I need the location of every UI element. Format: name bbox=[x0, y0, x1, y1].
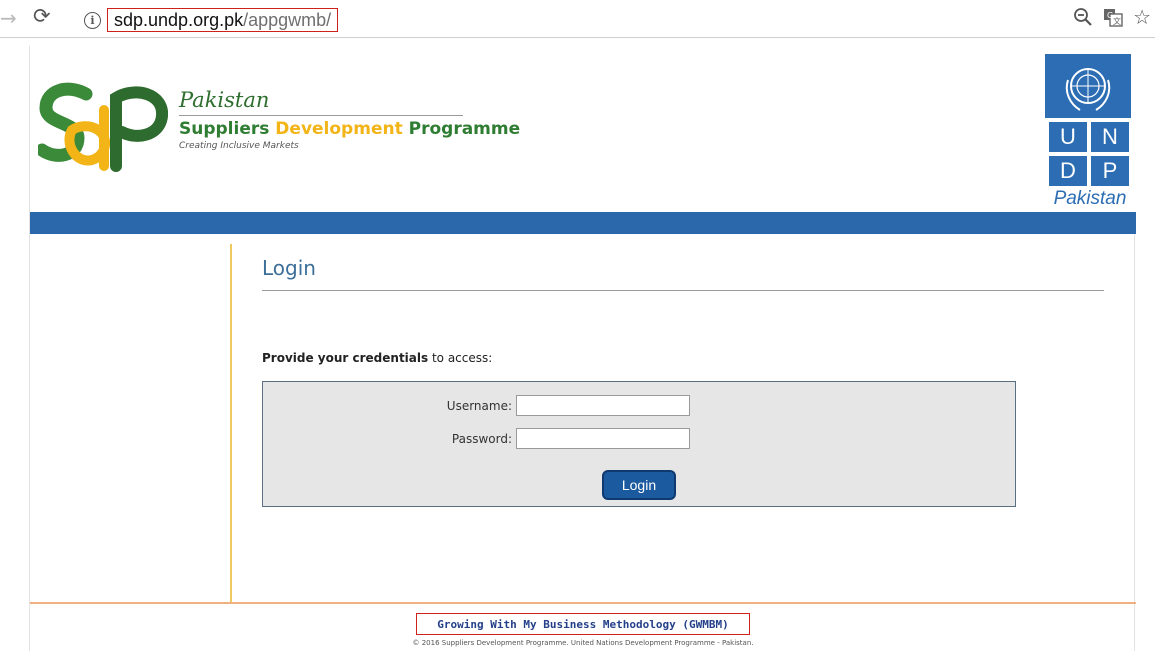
forward-arrow-icon[interactable]: → bbox=[0, 6, 17, 30]
credentials-rest: to access: bbox=[428, 351, 493, 365]
brand-country: Pakistan bbox=[179, 88, 270, 112]
footer-divider bbox=[30, 602, 1136, 604]
password-row: Password: bbox=[263, 428, 1015, 449]
undp-country: Pakistan bbox=[1053, 188, 1127, 209]
undp-letter: U bbox=[1049, 122, 1087, 152]
password-input[interactable] bbox=[516, 428, 690, 449]
brand-divider bbox=[179, 115, 463, 116]
login-button[interactable]: Login bbox=[602, 470, 676, 500]
undp-letter: D bbox=[1049, 156, 1087, 186]
brand-development: Development bbox=[275, 119, 403, 139]
zoom-out-icon[interactable] bbox=[1073, 7, 1093, 27]
undp-logo: U N D P Pakistan bbox=[1045, 54, 1135, 214]
address-bar[interactable]: i sdp.undp.org.pk/appgwmb/ bbox=[84, 8, 339, 32]
header-bar bbox=[30, 212, 1136, 234]
brand-text: Pakistan Suppliers Development Programme… bbox=[179, 88, 520, 151]
bookmark-star-icon[interactable]: ☆ bbox=[1133, 7, 1151, 27]
username-row: Username: bbox=[263, 395, 1015, 416]
credentials-instruction: Provide your credentials to access: bbox=[262, 351, 1104, 365]
login-form: Username: Password: Login bbox=[262, 381, 1016, 507]
credentials-bold: Provide your credentials bbox=[262, 351, 429, 365]
footer-link-highlight-box: Growing With My Business Methodology (GW… bbox=[416, 613, 750, 635]
site-header: Pakistan Suppliers Development Programme… bbox=[30, 46, 1136, 212]
url-highlight-box[interactable]: sdp.undp.org.pk/appgwmb/ bbox=[107, 8, 339, 32]
password-label: Password: bbox=[451, 431, 512, 446]
page-container: Pakistan Suppliers Development Programme… bbox=[29, 46, 1136, 651]
un-emblem-icon bbox=[1045, 54, 1131, 118]
translate-icon[interactable]: G 文 bbox=[1103, 7, 1123, 27]
main-content: Login Provide your credentials to access… bbox=[262, 244, 1104, 507]
brand-name: Suppliers Development Programme bbox=[179, 119, 520, 139]
brand-programme: Programme bbox=[402, 119, 521, 139]
undp-letter: N bbox=[1091, 122, 1129, 152]
reload-icon[interactable]: ⟳ bbox=[33, 4, 51, 28]
brand-suppliers: Suppliers bbox=[179, 119, 276, 139]
username-input[interactable] bbox=[516, 395, 690, 416]
svg-text:文: 文 bbox=[1113, 16, 1121, 26]
footer-copyright: © 2016 Suppliers Development Programme. … bbox=[412, 639, 754, 647]
toolbar-actions: G 文 ☆ bbox=[1073, 7, 1151, 27]
username-label: Username: bbox=[446, 398, 512, 413]
url-host: sdp.undp.org.pk bbox=[114, 9, 244, 30]
brand-tagline: Creating Inclusive Markets bbox=[179, 141, 299, 151]
undp-letter: P bbox=[1091, 156, 1129, 186]
gwmbm-link[interactable]: Growing With My Business Methodology (GW… bbox=[437, 618, 728, 631]
info-icon[interactable]: i bbox=[84, 11, 101, 29]
sidebar-divider bbox=[230, 244, 232, 602]
browser-toolbar: → ⟳ i sdp.undp.org.pk/appgwmb/ G 文 ☆ bbox=[0, 0, 1155, 38]
page-title: Login bbox=[262, 256, 1104, 291]
url-path: /appgwmb/ bbox=[243, 9, 332, 30]
sdp-logo bbox=[35, 80, 168, 172]
undp-letters: U N D P bbox=[1049, 122, 1135, 186]
